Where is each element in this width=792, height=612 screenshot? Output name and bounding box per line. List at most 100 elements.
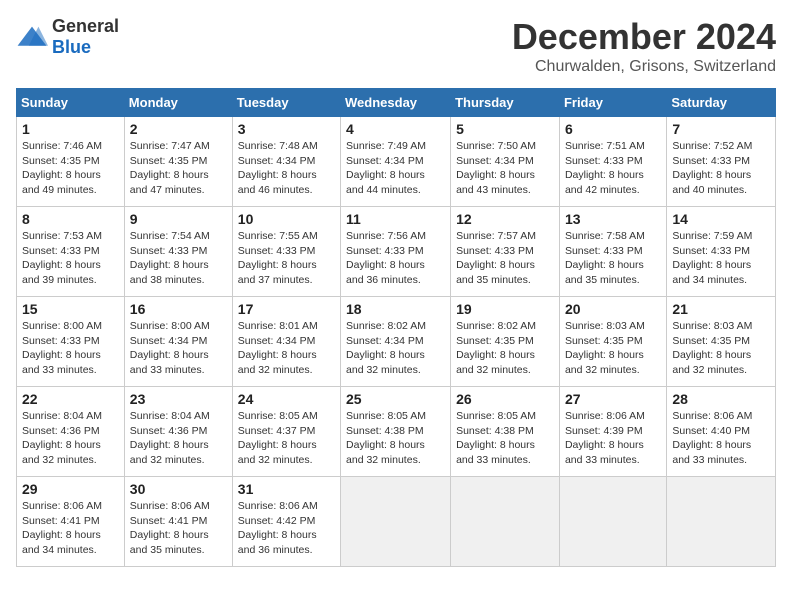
day-info: Sunrise: 8:01 AM Sunset: 4:34 PM Dayligh… bbox=[238, 319, 335, 378]
day-info: Sunrise: 8:06 AM Sunset: 4:41 PM Dayligh… bbox=[22, 499, 119, 558]
day-number: 22 bbox=[22, 391, 119, 407]
col-monday: Monday bbox=[124, 89, 232, 117]
day-info: Sunrise: 7:47 AM Sunset: 4:35 PM Dayligh… bbox=[130, 139, 227, 198]
day-info: Sunrise: 8:06 AM Sunset: 4:40 PM Dayligh… bbox=[672, 409, 770, 468]
day-number: 27 bbox=[565, 391, 661, 407]
table-row: 21 Sunrise: 8:03 AM Sunset: 4:35 PM Dayl… bbox=[667, 297, 776, 387]
day-number: 13 bbox=[565, 211, 661, 227]
day-number: 31 bbox=[238, 481, 335, 497]
table-row: 17 Sunrise: 8:01 AM Sunset: 4:34 PM Dayl… bbox=[232, 297, 340, 387]
day-number: 17 bbox=[238, 301, 335, 317]
title-area: December 2024 Churwalden, Grisons, Switz… bbox=[512, 16, 776, 76]
table-row bbox=[559, 477, 666, 567]
table-row: 31 Sunrise: 8:06 AM Sunset: 4:42 PM Dayl… bbox=[232, 477, 340, 567]
table-row: 23 Sunrise: 8:04 AM Sunset: 4:36 PM Dayl… bbox=[124, 387, 232, 477]
table-row: 25 Sunrise: 8:05 AM Sunset: 4:38 PM Dayl… bbox=[341, 387, 451, 477]
logo: General Blue bbox=[16, 16, 119, 58]
table-row bbox=[667, 477, 776, 567]
calendar-header-row: Sunday Monday Tuesday Wednesday Thursday… bbox=[17, 89, 776, 117]
day-number: 14 bbox=[672, 211, 770, 227]
day-number: 23 bbox=[130, 391, 227, 407]
table-row: 4 Sunrise: 7:49 AM Sunset: 4:34 PM Dayli… bbox=[341, 117, 451, 207]
calendar-week-row: 22 Sunrise: 8:04 AM Sunset: 4:36 PM Dayl… bbox=[17, 387, 776, 477]
logo-icon bbox=[16, 23, 48, 51]
table-row: 28 Sunrise: 8:06 AM Sunset: 4:40 PM Dayl… bbox=[667, 387, 776, 477]
day-number: 9 bbox=[130, 211, 227, 227]
day-info: Sunrise: 7:59 AM Sunset: 4:33 PM Dayligh… bbox=[672, 229, 770, 288]
day-info: Sunrise: 7:52 AM Sunset: 4:33 PM Dayligh… bbox=[672, 139, 770, 198]
day-info: Sunrise: 8:03 AM Sunset: 4:35 PM Dayligh… bbox=[672, 319, 770, 378]
day-number: 20 bbox=[565, 301, 661, 317]
day-number: 8 bbox=[22, 211, 119, 227]
table-row: 3 Sunrise: 7:48 AM Sunset: 4:34 PM Dayli… bbox=[232, 117, 340, 207]
day-info: Sunrise: 8:02 AM Sunset: 4:35 PM Dayligh… bbox=[456, 319, 554, 378]
day-info: Sunrise: 7:49 AM Sunset: 4:34 PM Dayligh… bbox=[346, 139, 445, 198]
table-row: 18 Sunrise: 8:02 AM Sunset: 4:34 PM Dayl… bbox=[341, 297, 451, 387]
day-number: 24 bbox=[238, 391, 335, 407]
table-row: 27 Sunrise: 8:06 AM Sunset: 4:39 PM Dayl… bbox=[559, 387, 666, 477]
day-info: Sunrise: 7:57 AM Sunset: 4:33 PM Dayligh… bbox=[456, 229, 554, 288]
day-number: 6 bbox=[565, 121, 661, 137]
day-info: Sunrise: 7:53 AM Sunset: 4:33 PM Dayligh… bbox=[22, 229, 119, 288]
col-wednesday: Wednesday bbox=[341, 89, 451, 117]
col-tuesday: Tuesday bbox=[232, 89, 340, 117]
day-number: 4 bbox=[346, 121, 445, 137]
table-row: 16 Sunrise: 8:00 AM Sunset: 4:34 PM Dayl… bbox=[124, 297, 232, 387]
table-row: 8 Sunrise: 7:53 AM Sunset: 4:33 PM Dayli… bbox=[17, 207, 125, 297]
calendar-week-row: 8 Sunrise: 7:53 AM Sunset: 4:33 PM Dayli… bbox=[17, 207, 776, 297]
page-header: General Blue December 2024 Churwalden, G… bbox=[16, 16, 776, 76]
table-row: 2 Sunrise: 7:47 AM Sunset: 4:35 PM Dayli… bbox=[124, 117, 232, 207]
table-row: 14 Sunrise: 7:59 AM Sunset: 4:33 PM Dayl… bbox=[667, 207, 776, 297]
day-number: 7 bbox=[672, 121, 770, 137]
table-row: 30 Sunrise: 8:06 AM Sunset: 4:41 PM Dayl… bbox=[124, 477, 232, 567]
day-number: 12 bbox=[456, 211, 554, 227]
day-info: Sunrise: 8:06 AM Sunset: 4:42 PM Dayligh… bbox=[238, 499, 335, 558]
day-number: 18 bbox=[346, 301, 445, 317]
day-number: 19 bbox=[456, 301, 554, 317]
day-info: Sunrise: 7:56 AM Sunset: 4:33 PM Dayligh… bbox=[346, 229, 445, 288]
day-info: Sunrise: 7:51 AM Sunset: 4:33 PM Dayligh… bbox=[565, 139, 661, 198]
calendar-week-row: 29 Sunrise: 8:06 AM Sunset: 4:41 PM Dayl… bbox=[17, 477, 776, 567]
day-number: 21 bbox=[672, 301, 770, 317]
col-thursday: Thursday bbox=[451, 89, 560, 117]
col-friday: Friday bbox=[559, 89, 666, 117]
day-number: 16 bbox=[130, 301, 227, 317]
day-number: 10 bbox=[238, 211, 335, 227]
table-row: 20 Sunrise: 8:03 AM Sunset: 4:35 PM Dayl… bbox=[559, 297, 666, 387]
day-info: Sunrise: 8:05 AM Sunset: 4:37 PM Dayligh… bbox=[238, 409, 335, 468]
day-number: 28 bbox=[672, 391, 770, 407]
table-row: 5 Sunrise: 7:50 AM Sunset: 4:34 PM Dayli… bbox=[451, 117, 560, 207]
day-number: 26 bbox=[456, 391, 554, 407]
table-row: 19 Sunrise: 8:02 AM Sunset: 4:35 PM Dayl… bbox=[451, 297, 560, 387]
table-row: 13 Sunrise: 7:58 AM Sunset: 4:33 PM Dayl… bbox=[559, 207, 666, 297]
day-info: Sunrise: 7:54 AM Sunset: 4:33 PM Dayligh… bbox=[130, 229, 227, 288]
day-number: 5 bbox=[456, 121, 554, 137]
logo-text: General Blue bbox=[52, 16, 119, 58]
day-info: Sunrise: 7:58 AM Sunset: 4:33 PM Dayligh… bbox=[565, 229, 661, 288]
calendar-week-row: 1 Sunrise: 7:46 AM Sunset: 4:35 PM Dayli… bbox=[17, 117, 776, 207]
location-title: Churwalden, Grisons, Switzerland bbox=[512, 58, 776, 76]
day-info: Sunrise: 8:06 AM Sunset: 4:41 PM Dayligh… bbox=[130, 499, 227, 558]
table-row: 24 Sunrise: 8:05 AM Sunset: 4:37 PM Dayl… bbox=[232, 387, 340, 477]
calendar-table: Sunday Monday Tuesday Wednesday Thursday… bbox=[16, 88, 776, 567]
table-row bbox=[451, 477, 560, 567]
logo-general: General bbox=[52, 16, 119, 36]
day-info: Sunrise: 8:04 AM Sunset: 4:36 PM Dayligh… bbox=[22, 409, 119, 468]
table-row: 29 Sunrise: 8:06 AM Sunset: 4:41 PM Dayl… bbox=[17, 477, 125, 567]
day-info: Sunrise: 7:48 AM Sunset: 4:34 PM Dayligh… bbox=[238, 139, 335, 198]
day-info: Sunrise: 7:46 AM Sunset: 4:35 PM Dayligh… bbox=[22, 139, 119, 198]
table-row: 6 Sunrise: 7:51 AM Sunset: 4:33 PM Dayli… bbox=[559, 117, 666, 207]
month-title: December 2024 bbox=[512, 16, 776, 58]
day-number: 11 bbox=[346, 211, 445, 227]
day-number: 3 bbox=[238, 121, 335, 137]
col-saturday: Saturday bbox=[667, 89, 776, 117]
day-number: 25 bbox=[346, 391, 445, 407]
day-info: Sunrise: 8:00 AM Sunset: 4:33 PM Dayligh… bbox=[22, 319, 119, 378]
day-number: 30 bbox=[130, 481, 227, 497]
day-info: Sunrise: 8:00 AM Sunset: 4:34 PM Dayligh… bbox=[130, 319, 227, 378]
day-info: Sunrise: 8:03 AM Sunset: 4:35 PM Dayligh… bbox=[565, 319, 661, 378]
day-number: 2 bbox=[130, 121, 227, 137]
day-info: Sunrise: 8:05 AM Sunset: 4:38 PM Dayligh… bbox=[346, 409, 445, 468]
table-row: 11 Sunrise: 7:56 AM Sunset: 4:33 PM Dayl… bbox=[341, 207, 451, 297]
col-sunday: Sunday bbox=[17, 89, 125, 117]
